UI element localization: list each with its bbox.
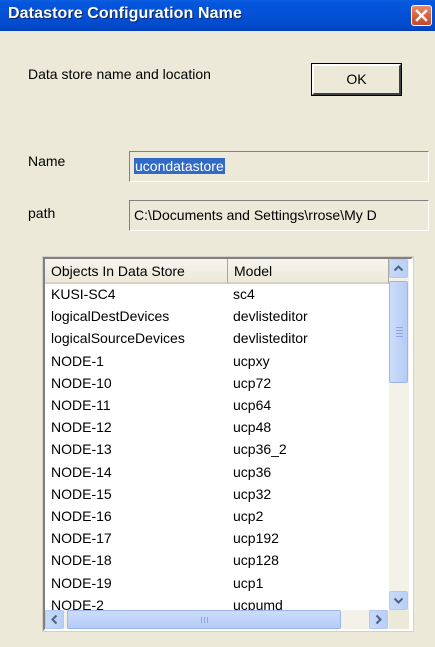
window-title: Datastore Configuration Name — [8, 5, 242, 22]
name-field[interactable]: ucondatastore — [129, 151, 429, 182]
title-bar[interactable]: Datastore Configuration Name — [0, 0, 435, 31]
table-row[interactable]: NODE-10 ucp72 — [45, 374, 389, 392]
model-cell: ucp1 — [233, 574, 264, 591]
model-cell: ucp36 — [233, 463, 272, 480]
object-name-cell: NODE-18 — [51, 552, 112, 569]
scroll-up-arrow-icon — [393, 265, 404, 272]
table-row[interactable]: NODE-14 ucp36 — [45, 463, 389, 481]
dialog-window: Datastore Configuration Name Data store … — [0, 0, 435, 647]
table-row[interactable]: NODE-19 ucp1 — [45, 574, 389, 592]
path-field[interactable]: C:\Documents and Settings\rrose\My D — [129, 200, 429, 231]
object-name-cell: NODE-13 — [51, 441, 112, 458]
table-row[interactable]: KUSI-SC4 sc4 — [45, 285, 389, 303]
object-name-cell: NODE-17 — [51, 530, 112, 547]
object-name-cell: NODE-19 — [51, 574, 112, 591]
object-name-cell: NODE-10 — [51, 374, 112, 391]
table-row[interactable]: NODE-11 ucp64 — [45, 396, 389, 414]
scroll-corner — [389, 610, 409, 629]
object-name-cell: logicalSourceDevices — [51, 330, 185, 347]
scroll-right-button[interactable] — [369, 610, 388, 629]
horizontal-scroll-thumb[interactable] — [67, 610, 341, 629]
list-header: Objects In Data Store Model — [45, 259, 389, 284]
model-cell: sc4 — [233, 286, 255, 302]
object-name-cell: NODE-12 — [51, 419, 112, 436]
table-row[interactable]: NODE-15 ucp32 — [45, 485, 389, 503]
object-name-cell: KUSI-SC4 — [51, 286, 116, 302]
column-header-model[interactable]: Model — [228, 259, 389, 284]
vertical-scrollbar[interactable] — [389, 259, 409, 610]
object-name-cell: NODE-11 — [51, 397, 111, 413]
scroll-down-arrow-icon — [393, 597, 404, 604]
object-name-cell: NODE-16 — [51, 508, 112, 524]
scroll-right-arrow-icon — [375, 614, 382, 625]
model-cell: ucp2 — [233, 508, 264, 524]
object-name-cell: NODE-15 — [51, 485, 112, 502]
model-cell: ucp36_2 — [233, 441, 287, 458]
model-cell: ucpxy — [233, 352, 270, 369]
scroll-down-button[interactable] — [389, 591, 408, 610]
model-cell: ucp48 — [233, 419, 272, 436]
description-label: Data store name and location — [28, 66, 211, 82]
close-button[interactable] — [411, 5, 432, 26]
objects-list[interactable]: Objects In Data Store Model KUSI-SC4 sc4 l… — [42, 256, 414, 632]
name-label: Name — [28, 153, 66, 169]
table-row[interactable]: NODE-12 ucp48 — [45, 418, 389, 436]
table-row[interactable]: logicalSourceDevices devlisteditor — [45, 329, 389, 347]
list-rows: KUSI-SC4 sc4 logicalDestDevices devlistedit… — [45, 284, 389, 610]
name-value: ucondatastore — [134, 158, 225, 174]
table-row[interactable]: NODE-1 ucpxy — [45, 352, 389, 370]
object-name-cell: NODE-2 — [51, 596, 104, 610]
column-header-objects[interactable]: Objects In Data Store — [45, 259, 228, 284]
model-cell: ucp72 — [233, 374, 272, 391]
model-cell: ucpumd — [233, 596, 283, 610]
vertical-scroll-thumb[interactable] — [389, 281, 408, 383]
object-name-cell: logicalDestDevices — [51, 308, 170, 325]
table-row[interactable]: NODE-16 ucp2 — [45, 507, 389, 525]
table-row[interactable]: NODE-2 ucpumd — [45, 596, 389, 610]
horizontal-scrollbar[interactable] — [45, 610, 389, 629]
table-row[interactable]: NODE-17 ucp192 — [45, 529, 389, 547]
model-cell: ucp64 — [233, 397, 272, 413]
table-row[interactable]: logicalDestDevices devlisteditor — [45, 307, 389, 325]
model-cell: ucp192 — [233, 530, 279, 547]
model-cell: devlisteditor — [233, 330, 308, 347]
object-name-cell: NODE-14 — [51, 463, 112, 480]
close-icon — [415, 9, 428, 22]
ok-button[interactable]: OK — [311, 63, 402, 96]
model-cell: ucp128 — [233, 552, 279, 569]
table-row[interactable]: NODE-13 ucp36_2 — [45, 440, 389, 458]
table-row[interactable]: NODE-18 ucp128 — [45, 551, 389, 569]
scroll-left-button[interactable] — [45, 610, 64, 629]
object-name-cell: NODE-1 — [51, 352, 104, 369]
path-label: path — [28, 205, 56, 221]
model-cell: devlisteditor — [233, 308, 308, 325]
scroll-left-arrow-icon — [51, 614, 58, 625]
model-cell: ucp32 — [233, 485, 272, 502]
scroll-up-button[interactable] — [389, 259, 408, 278]
